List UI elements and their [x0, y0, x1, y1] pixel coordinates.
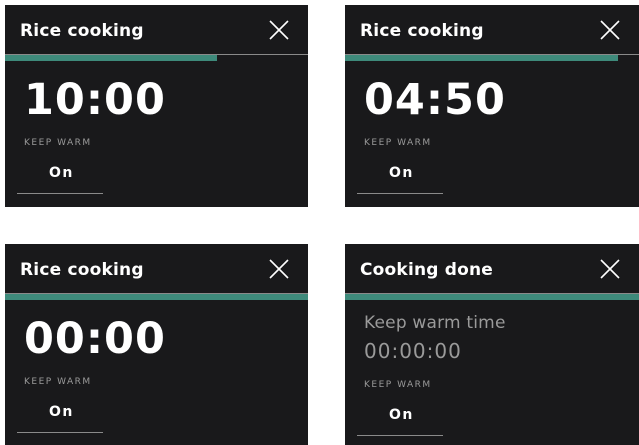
- screen-title: Cooking done: [360, 260, 494, 280]
- close-button[interactable]: [600, 259, 620, 279]
- keep-warm-label: KEEP WARM: [364, 138, 432, 148]
- screen-title: Rice cooking: [20, 21, 144, 41]
- close-icon: [269, 259, 289, 279]
- remaining-time: 10:00: [24, 75, 166, 125]
- screen-title: Rice cooking: [20, 260, 144, 280]
- progress-bar: [5, 55, 218, 61]
- keep-warm-value: On: [49, 404, 74, 420]
- progress-bar: [345, 55, 619, 61]
- close-icon: [269, 20, 289, 40]
- keep-warm-label: KEEP WARM: [24, 138, 92, 148]
- keep-warm-selector[interactable]: On: [357, 157, 443, 194]
- keep-warm-selector[interactable]: On: [17, 157, 103, 194]
- close-button[interactable]: [269, 20, 289, 40]
- cooking-screen-3: Rice cooking 00:00 KEEP WARM On: [5, 244, 308, 445]
- cooking-screen-2: Rice cooking 04:50 KEEP WARM On: [345, 5, 639, 207]
- page: Rice cooking 10:00 KEEP WARM On Rice coo…: [0, 0, 639, 445]
- progress-bar: [345, 294, 639, 300]
- keep-warm-selector[interactable]: On: [17, 396, 103, 433]
- close-button[interactable]: [600, 20, 620, 40]
- close-icon: [600, 20, 620, 40]
- keep-warm-value: On: [389, 165, 414, 181]
- progress-bar: [5, 294, 308, 300]
- keep-warm-value: On: [389, 407, 414, 423]
- close-button[interactable]: [269, 259, 289, 279]
- keep-warm-label: KEEP WARM: [24, 377, 92, 387]
- remaining-time: 04:50: [364, 75, 506, 125]
- keep-warm-value: On: [49, 165, 74, 181]
- cooking-screen-1: Rice cooking 10:00 KEEP WARM On: [5, 5, 308, 207]
- close-icon: [600, 259, 620, 279]
- keep-warm-time-label: Keep warm time: [364, 313, 506, 333]
- remaining-time: 00:00: [24, 314, 166, 364]
- screen-title: Rice cooking: [360, 21, 484, 41]
- keep-warm-selector[interactable]: On: [357, 399, 443, 436]
- keep-warm-time: 00:00:00: [364, 339, 462, 363]
- keep-warm-label: KEEP WARM: [364, 380, 432, 390]
- cooking-done-screen: Cooking done Keep warm time 00:00:00 KEE…: [345, 244, 639, 445]
